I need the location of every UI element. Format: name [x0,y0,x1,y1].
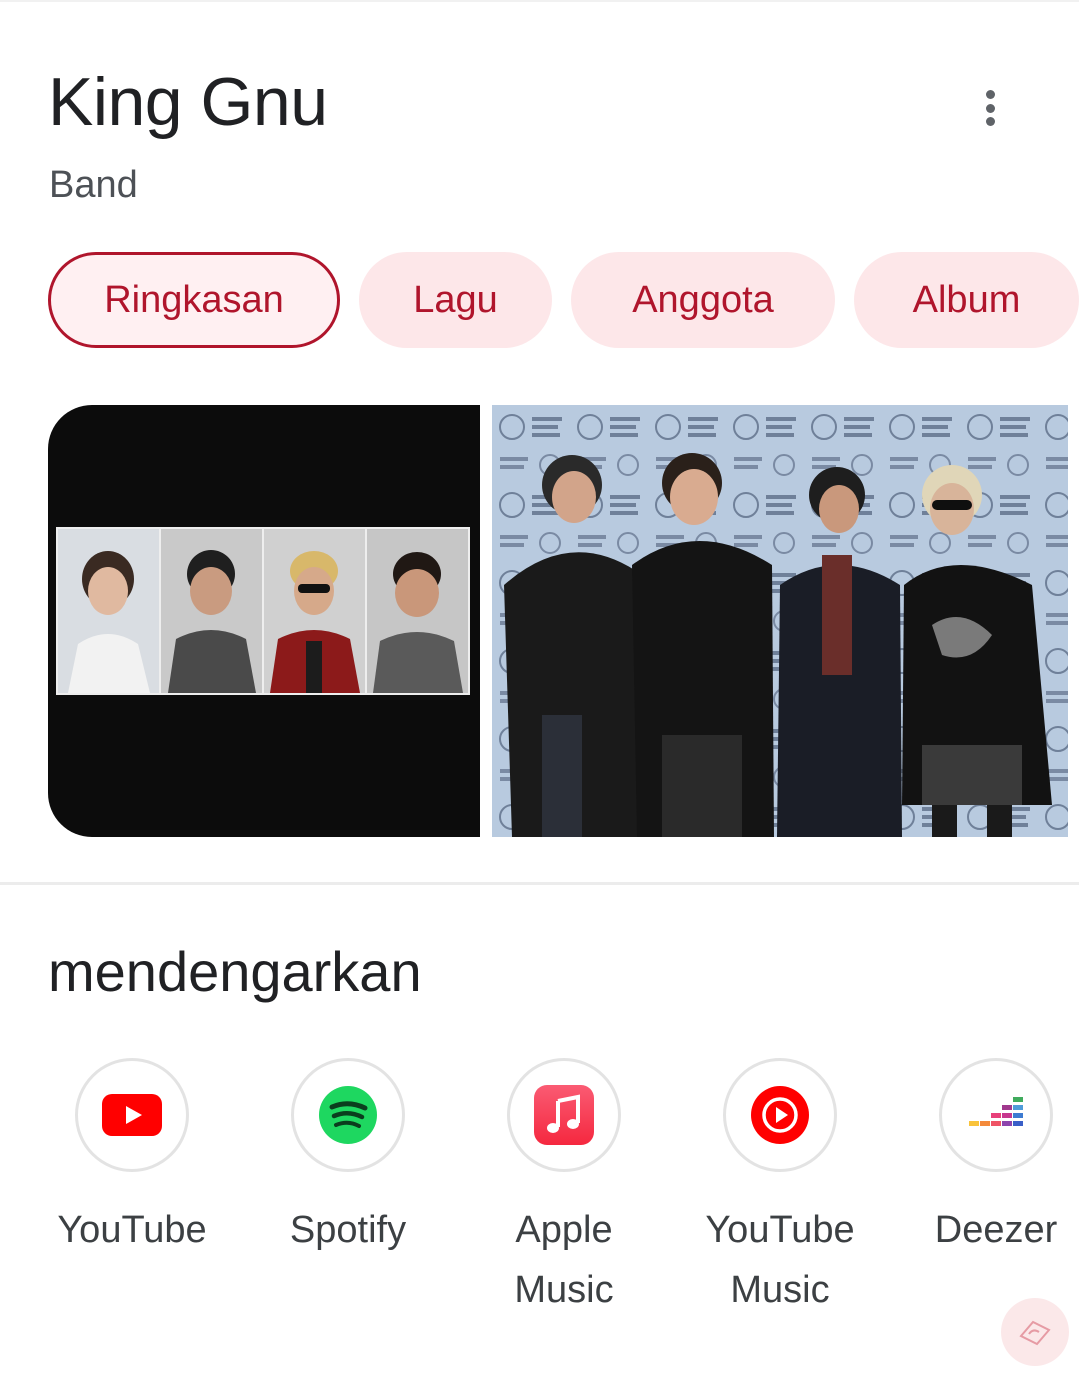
tab-bar: Ringkasan Lagu Anggota Album [48,252,1079,348]
tab-lagu[interactable]: Lagu [359,252,552,348]
tab-ringkasan[interactable]: Ringkasan [48,252,340,348]
service-youtube-music-circle[interactable] [723,1058,837,1172]
apple-music-icon [534,1085,594,1145]
service-spotify-circle[interactable] [291,1058,405,1172]
service-label: Apple Music [514,1209,614,1311]
floating-overlay-button[interactable] [1001,1298,1069,1366]
band-photo-2[interactable] [492,405,1068,837]
spotify-icon [319,1086,377,1144]
dot [985,117,995,126]
service-youtube-circle[interactable] [75,1058,189,1172]
service-label: Spotify [289,1209,407,1251]
more-options-icon[interactable] [966,82,1014,134]
dot [985,103,995,113]
service-youtube[interactable]: YouTube [24,1058,240,1260]
deezer-icon [969,1097,1023,1126]
top-border [0,0,1079,2]
image-gallery [48,405,1079,837]
listen-section-title: mendengarkan [48,940,422,1003]
page-title: King Gnu [48,64,328,140]
service-spotify[interactable]: Spotify [240,1058,456,1260]
band-red-carpet-photo [492,405,1068,837]
band-members-strip [56,527,470,695]
youtube-icon [102,1094,162,1136]
service-label: Deezer [934,1209,1058,1251]
youtube-music-icon [751,1086,809,1144]
member-portraits [58,529,468,693]
page-subtitle: Band [49,164,138,206]
service-label: YouTube Music [705,1209,855,1311]
service-apple-music[interactable]: Apple Music [456,1058,672,1320]
dot [985,90,995,99]
hand-heart-icon [1019,1320,1051,1346]
service-deezer[interactable]: Deezer [888,1058,1079,1260]
tab-album[interactable]: Album [854,252,1079,348]
service-youtube-music[interactable]: YouTube Music [672,1058,888,1320]
streaming-services: YouTube Spotify Apple Music YouTube Musi… [0,1058,1079,1318]
service-apple-music-circle[interactable] [507,1058,621,1172]
section-divider [0,882,1079,885]
tab-anggota[interactable]: Anggota [571,252,835,348]
service-deezer-circle[interactable] [939,1058,1053,1172]
band-photo-1[interactable] [48,405,480,837]
service-label: YouTube [57,1209,207,1251]
